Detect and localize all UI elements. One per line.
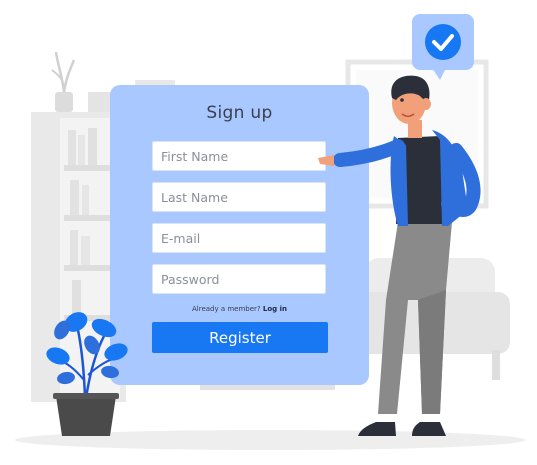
- email-input[interactable]: [152, 223, 326, 253]
- last-name-input[interactable]: [152, 182, 326, 212]
- register-button[interactable]: Register: [152, 322, 328, 353]
- signup-card: Sign up Already a member? Log in Registe…: [110, 85, 369, 385]
- login-link[interactable]: Log in: [263, 305, 287, 313]
- floor-shadow: [15, 430, 525, 450]
- vase-decoration: [51, 51, 76, 112]
- member-text: Already a member?: [191, 305, 261, 313]
- signup-illustration: Sign up Already a member? Log in Registe…: [0, 0, 537, 465]
- form-title: Sign up: [206, 103, 273, 123]
- side-table: [200, 385, 335, 390]
- password-input[interactable]: [152, 264, 326, 294]
- member-prompt: Already a member? Log in: [110, 305, 369, 313]
- first-name-input[interactable]: [152, 141, 326, 171]
